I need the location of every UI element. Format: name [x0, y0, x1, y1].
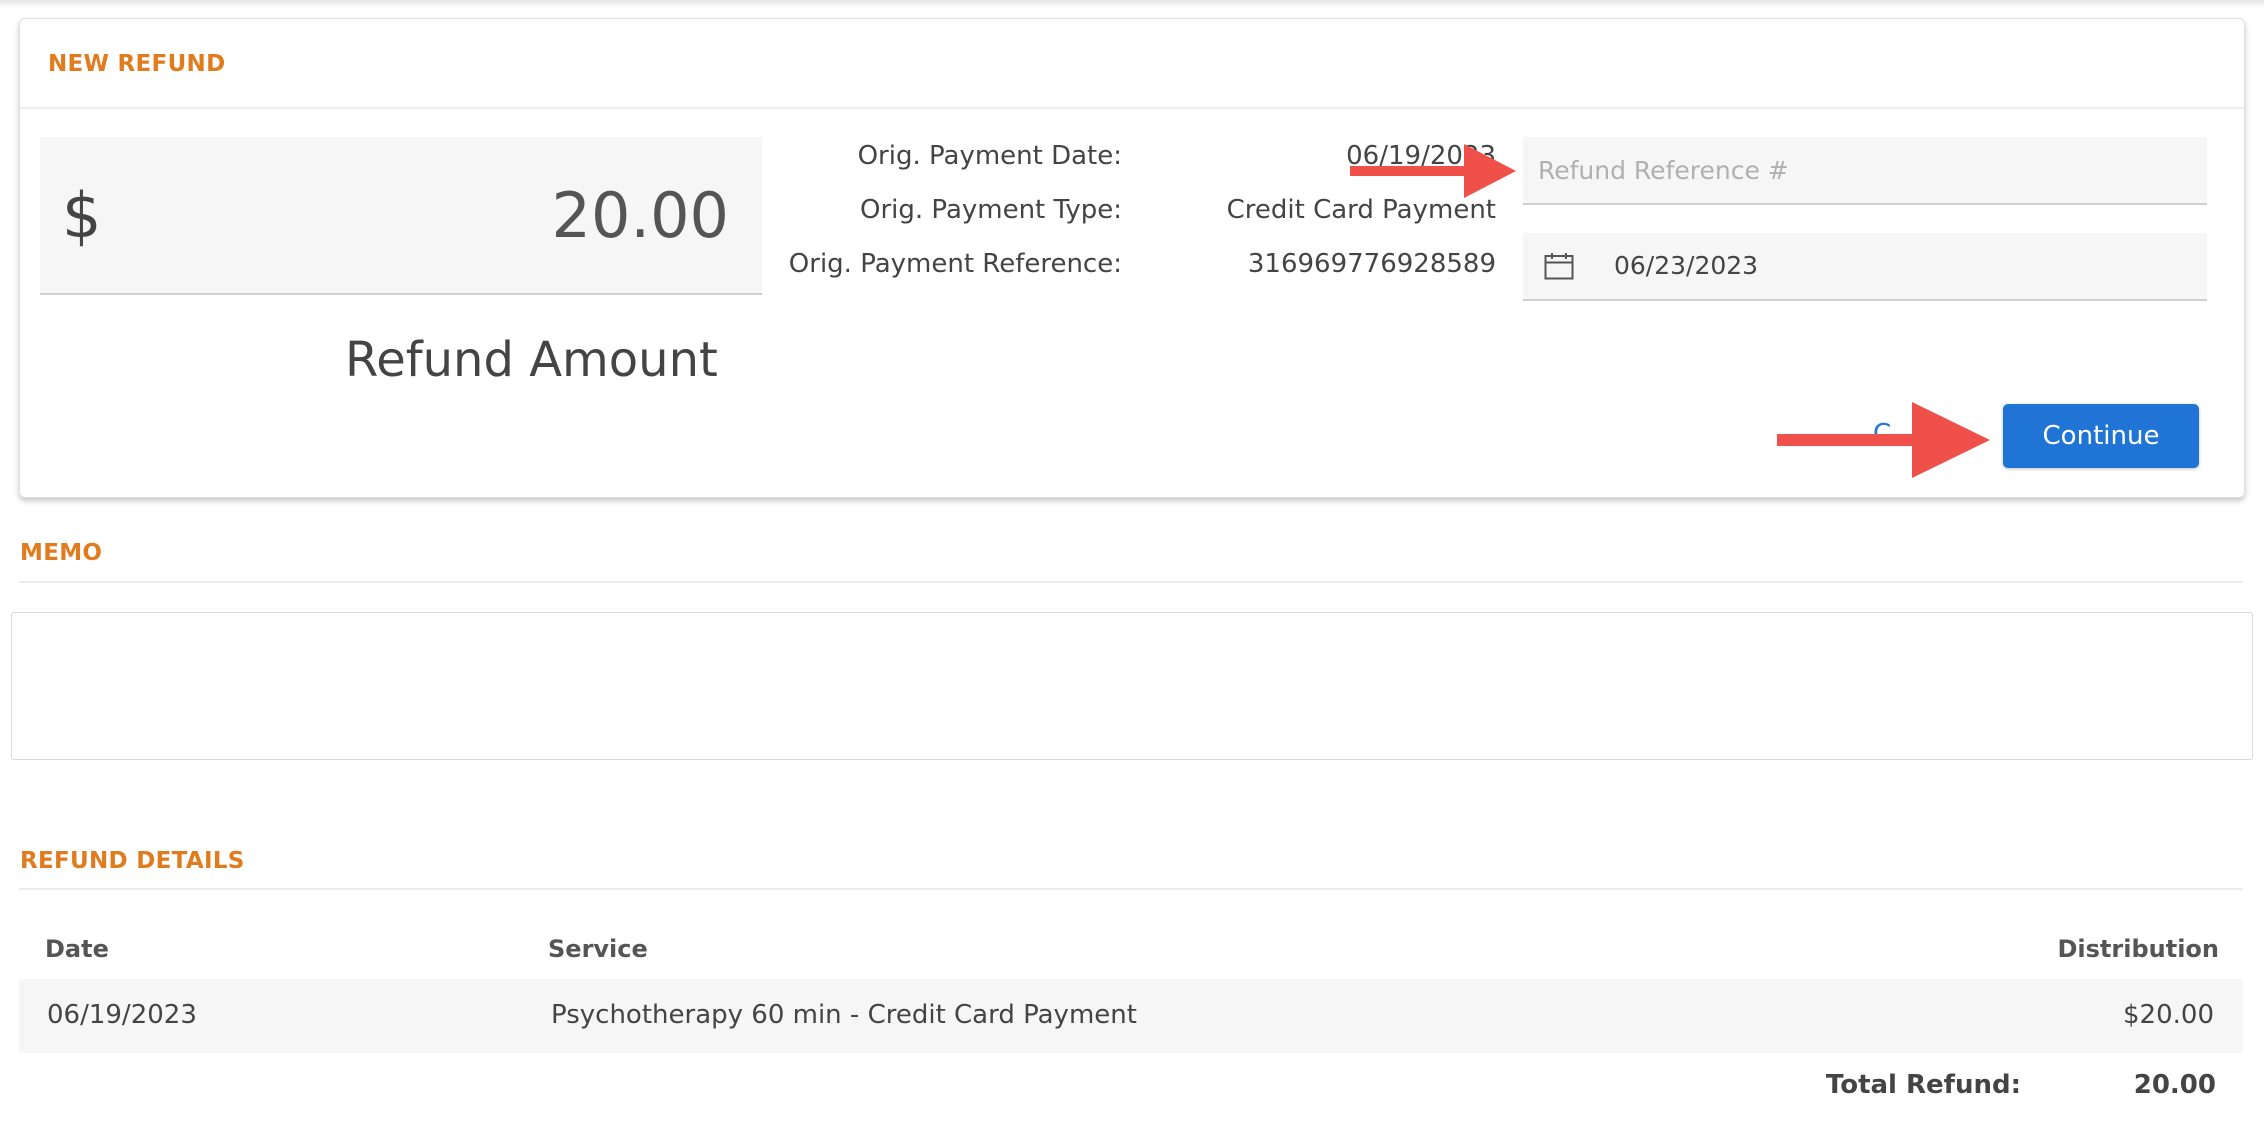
row-distribution: $20.00 — [2123, 1000, 2214, 1030]
refund-page: NEW REFUND $ 20.00 Refund Amount Orig. P… — [0, 0, 2264, 1130]
column-header-date: Date — [45, 935, 109, 963]
row-service: Psychotherapy 60 min - Credit Card Payme… — [551, 1000, 1137, 1030]
orig-payment-date-label: Orig. Payment Date: — [857, 141, 1122, 171]
calendar-icon[interactable] — [1544, 252, 1574, 284]
refund-amount-caption: Refund Amount — [345, 332, 718, 388]
orig-payment-reference-value: 316969776928589 — [1247, 249, 1496, 279]
currency-symbol: $ — [62, 179, 102, 252]
annotation-arrow-reference — [1350, 144, 1516, 198]
memo-divider — [19, 581, 2243, 583]
continue-button[interactable]: Continue — [2003, 404, 2199, 468]
refund-amount-field[interactable]: $ 20.00 — [40, 137, 762, 295]
total-refund-label: Total Refund: — [1825, 1070, 2021, 1100]
table-row: 06/19/2023 Psychotherapy 60 min - Credit… — [19, 979, 2243, 1053]
refund-date-field[interactable]: 06/23/2023 — [1523, 233, 2207, 301]
memo-textarea[interactable] — [11, 612, 2253, 760]
new-refund-title: NEW REFUND — [48, 51, 226, 77]
refund-date-value: 06/23/2023 — [1614, 251, 1759, 280]
refund-details-divider — [19, 888, 2243, 890]
top-shadow — [0, 0, 2264, 8]
memo-title: MEMO — [20, 540, 103, 566]
orig-payment-reference-label: Orig. Payment Reference: — [788, 249, 1122, 279]
orig-payment-type-label: Orig. Payment Type: — [860, 195, 1122, 225]
column-header-distribution: Distribution — [2057, 935, 2219, 963]
row-date: 06/19/2023 — [47, 1000, 197, 1030]
refund-reference-input[interactable] — [1523, 137, 2207, 205]
card-header: NEW REFUND — [20, 19, 2244, 109]
column-header-service: Service — [548, 935, 648, 963]
refund-details-title: REFUND DETAILS — [20, 848, 245, 874]
total-refund-value: 20.00 — [2133, 1070, 2216, 1100]
annotation-arrow-continue — [1777, 402, 1990, 478]
refund-amount-value: 20.00 — [551, 179, 730, 252]
